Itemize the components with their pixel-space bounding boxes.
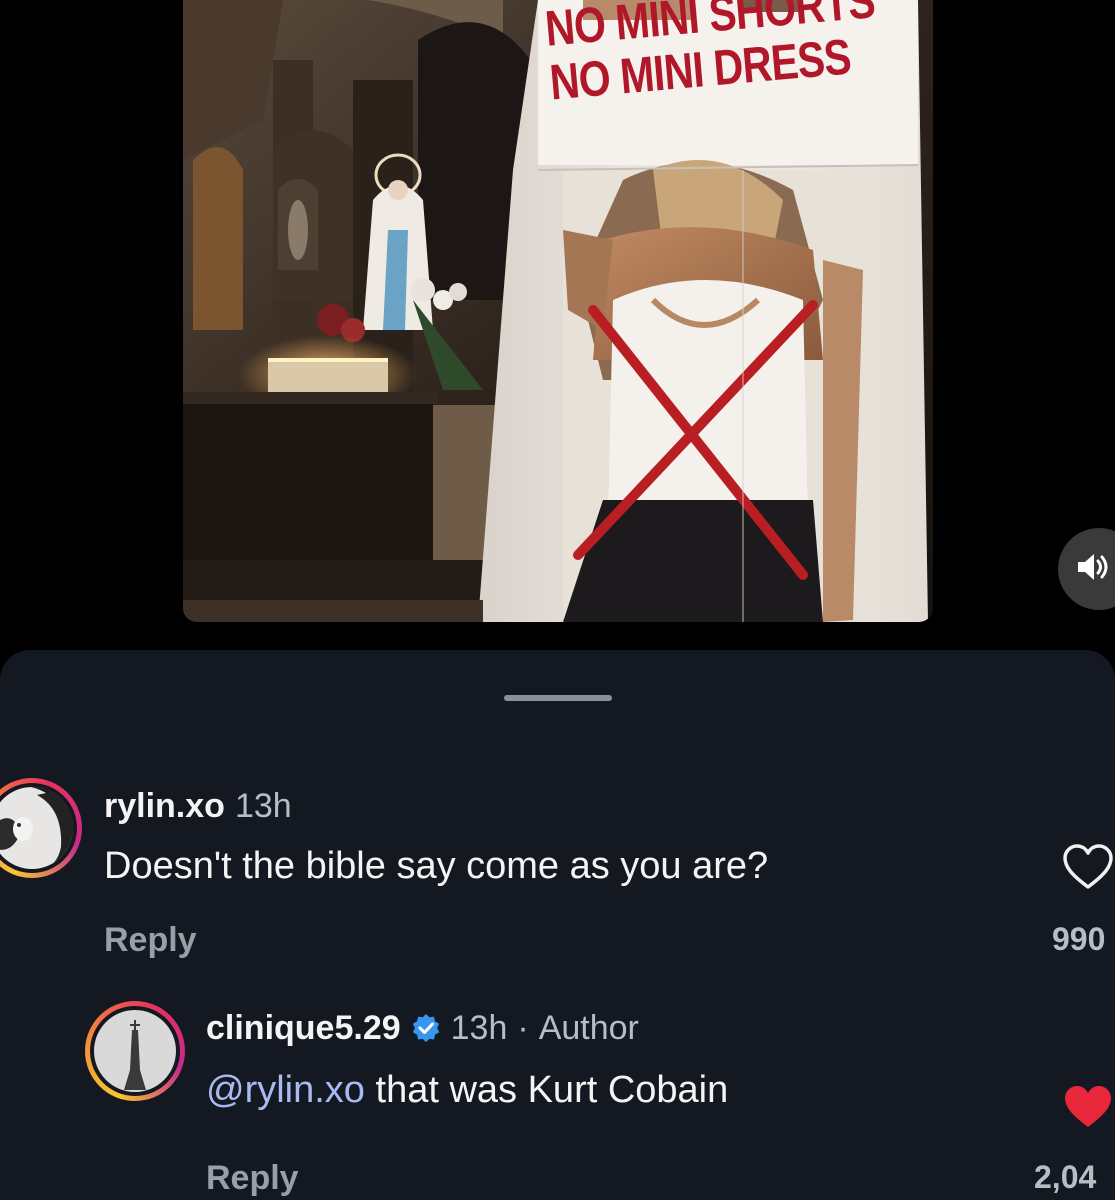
heart-filled-icon [1062,1086,1114,1134]
avatar[interactable] [0,778,82,878]
comment-text: Doesn't the bible say come as you are? [104,845,769,887]
like-count: 2,04 [1034,1159,1097,1195]
comments-sheet: rylin.xo 13h Doesn't the bible say come … [0,650,1115,1200]
post-video[interactable]: NO MINI SHORTS NO MINI DRESS [183,0,933,622]
like-button[interactable] [1062,1084,1114,1135]
reply-button[interactable]: Reply [206,1158,299,1198]
avatar[interactable] [85,1001,185,1101]
like-button[interactable] [1062,844,1114,895]
speaker-muted-icon [1076,552,1110,587]
comment-timestamp: 13h [450,1009,508,1047]
meta-separator: · [517,1009,529,1047]
comment-body: that was Kurt Cobain [375,1069,729,1111]
comment-text: @rylin.xo that was Kurt Cobain [206,1068,728,1112]
reply-button[interactable]: Reply [104,920,197,960]
comment-timestamp: 13h [234,787,292,825]
like-count: 990 [1052,921,1106,957]
drag-handle[interactable] [504,695,612,701]
media-area: NO MINI SHORTS NO MINI DRESS [0,0,1115,650]
mute-button[interactable] [1058,528,1115,610]
avatar-image [0,787,73,869]
comment-username[interactable]: clinique5.29 [206,1008,401,1048]
comment-header: rylin.xo 13h [104,786,292,826]
author-label: Author [538,1009,639,1047]
heart-outline-icon [1062,844,1114,894]
avatar-image [94,1010,176,1092]
mention-link[interactable]: @rylin.xo [206,1069,365,1111]
comment-username[interactable]: rylin.xo [104,786,225,826]
verified-badge-icon [411,1013,441,1043]
comment-header: clinique5.29 13h · Author [206,1008,639,1048]
